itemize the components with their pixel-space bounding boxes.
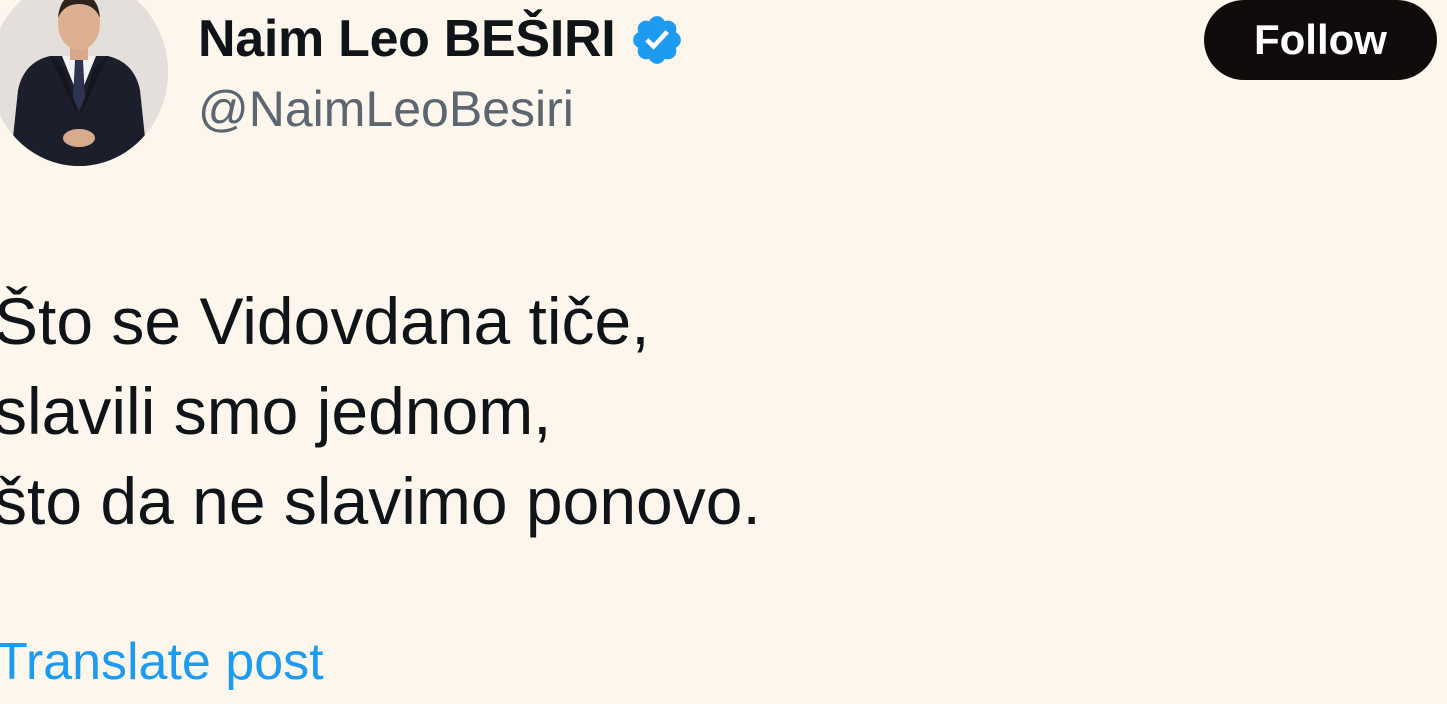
post-line: što da ne slavimo ponovo. [0,464,761,538]
author-handle[interactable]: @NaimLeoBesiri [198,80,574,138]
verified-badge-icon[interactable] [629,12,685,68]
post-line: slavili smo jednom, [0,374,552,448]
post-text: Što se Vidovdana tiče, slavili smo jedno… [0,276,761,546]
post-line: Što se Vidovdana tiče, [0,284,650,358]
avatar[interactable] [0,0,168,166]
author-name-row: Naim Leo BEŠIRI [198,4,685,74]
follow-button[interactable]: Follow [1204,0,1437,80]
author-display-name[interactable]: Naim Leo BEŠIRI [198,9,616,69]
translate-post-link[interactable]: Translate post [0,632,324,692]
avatar-photo [0,0,168,166]
